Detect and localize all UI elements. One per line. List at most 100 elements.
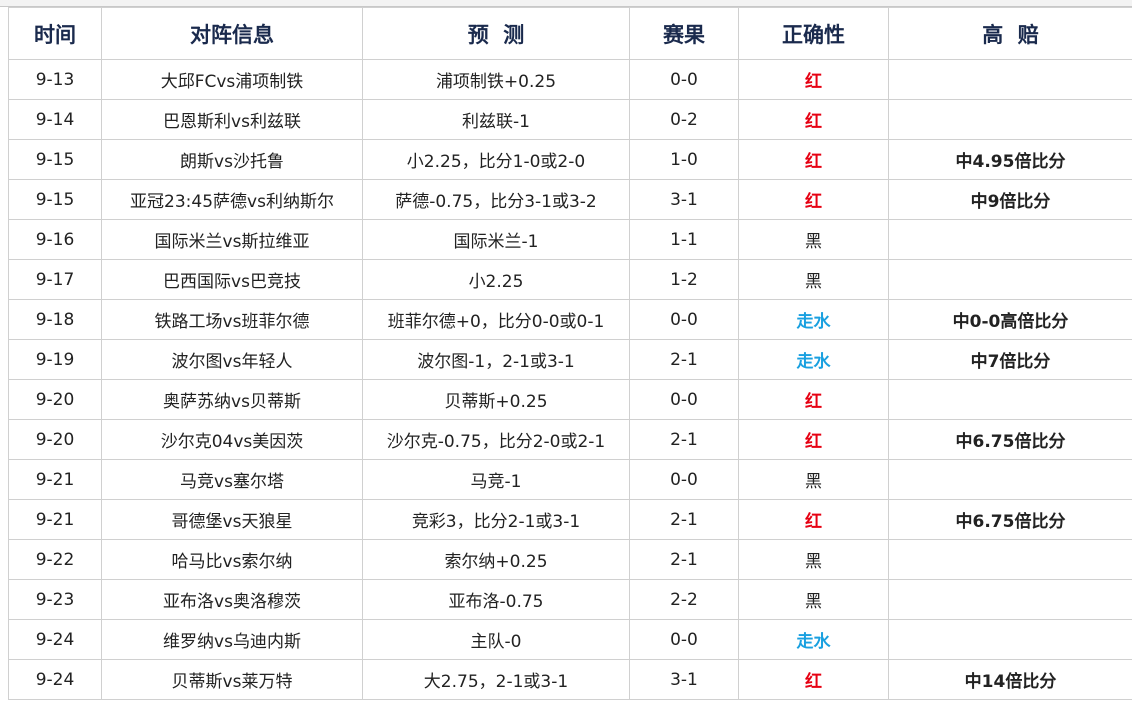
- cell-match[interactable]: 朗斯vs沙托鲁: [101, 139, 363, 180]
- cell-score[interactable]: 2-1: [629, 539, 739, 580]
- cell-time[interactable]: 9-15: [8, 139, 102, 180]
- cell-time[interactable]: 9-13: [8, 59, 102, 100]
- cell-match[interactable]: 贝蒂斯vs莱万特: [101, 659, 363, 700]
- cell-prediction[interactable]: 小2.25: [362, 259, 630, 300]
- cell-high-odds[interactable]: [888, 99, 1132, 140]
- cell-prediction[interactable]: 萨德-0.75，比分3-1或3-2: [362, 179, 630, 220]
- cell-correct[interactable]: 红: [738, 659, 889, 700]
- cell-match[interactable]: 波尔图vs年轻人: [101, 339, 363, 380]
- header-high-odds[interactable]: 高 赔: [888, 7, 1132, 60]
- cell-score[interactable]: 0-0: [629, 619, 739, 660]
- cell-prediction[interactable]: 大2.75，2-1或3-1: [362, 659, 630, 700]
- cell-time[interactable]: 9-21: [8, 459, 102, 500]
- cell-time[interactable]: 9-24: [8, 659, 102, 700]
- cell-high-odds[interactable]: 中7倍比分: [888, 339, 1132, 380]
- cell-score[interactable]: 0-0: [629, 379, 739, 420]
- cell-score[interactable]: 0-0: [629, 299, 739, 340]
- cell-time[interactable]: 9-17: [8, 259, 102, 300]
- cell-correct[interactable]: 红: [738, 59, 889, 100]
- cell-time[interactable]: 9-14: [8, 99, 102, 140]
- header-time[interactable]: 时间: [8, 7, 102, 60]
- cell-score[interactable]: 0-2: [629, 99, 739, 140]
- cell-correct[interactable]: 走水: [738, 619, 889, 660]
- cell-time[interactable]: 9-19: [8, 339, 102, 380]
- cell-score[interactable]: 1-0: [629, 139, 739, 180]
- cell-time[interactable]: 9-20: [8, 419, 102, 460]
- cell-prediction[interactable]: 利兹联-1: [362, 99, 630, 140]
- cell-correct[interactable]: 红: [738, 139, 889, 180]
- cell-correct[interactable]: 红: [738, 179, 889, 220]
- cell-score[interactable]: 2-1: [629, 339, 739, 380]
- cell-time[interactable]: 9-16: [8, 219, 102, 260]
- cell-match[interactable]: 铁路工场vs班菲尔德: [101, 299, 363, 340]
- cell-match[interactable]: 沙尔克04vs美因茨: [101, 419, 363, 460]
- cell-high-odds[interactable]: 中14倍比分: [888, 659, 1132, 700]
- cell-score[interactable]: 3-1: [629, 179, 739, 220]
- cell-prediction[interactable]: 索尔纳+0.25: [362, 539, 630, 580]
- header-correct[interactable]: 正确性: [738, 7, 889, 60]
- cell-match[interactable]: 巴恩斯利vs利兹联: [101, 99, 363, 140]
- cell-prediction[interactable]: 主队-0: [362, 619, 630, 660]
- cell-score[interactable]: 1-1: [629, 219, 739, 260]
- cell-time[interactable]: 9-24: [8, 619, 102, 660]
- cell-high-odds[interactable]: [888, 539, 1132, 580]
- cell-prediction[interactable]: 波尔图-1，2-1或3-1: [362, 339, 630, 380]
- cell-time[interactable]: 9-18: [8, 299, 102, 340]
- header-match[interactable]: 对阵信息: [101, 7, 363, 60]
- cell-match[interactable]: 奥萨苏纳vs贝蒂斯: [101, 379, 363, 420]
- cell-match[interactable]: 亚冠23:45萨德vs利纳斯尔: [101, 179, 363, 220]
- cell-correct[interactable]: 红: [738, 419, 889, 460]
- cell-prediction[interactable]: 马竞-1: [362, 459, 630, 500]
- cell-match[interactable]: 马竞vs塞尔塔: [101, 459, 363, 500]
- cell-correct[interactable]: 黑: [738, 219, 889, 260]
- cell-prediction[interactable]: 竞彩3，比分2-1或3-1: [362, 499, 630, 540]
- cell-high-odds[interactable]: 中6.75倍比分: [888, 499, 1132, 540]
- cell-high-odds[interactable]: 中9倍比分: [888, 179, 1132, 220]
- cell-high-odds[interactable]: [888, 619, 1132, 660]
- cell-correct[interactable]: 走水: [738, 299, 889, 340]
- cell-time[interactable]: 9-15: [8, 179, 102, 220]
- cell-time[interactable]: 9-23: [8, 579, 102, 620]
- cell-match[interactable]: 大邱FCvs浦项制铁: [101, 59, 363, 100]
- cell-correct[interactable]: 黑: [738, 459, 889, 500]
- header-prediction[interactable]: 预 测: [362, 7, 630, 60]
- cell-prediction[interactable]: 小2.25，比分1-0或2-0: [362, 139, 630, 180]
- cell-score[interactable]: 0-0: [629, 59, 739, 100]
- cell-prediction[interactable]: 国际米兰-1: [362, 219, 630, 260]
- cell-prediction[interactable]: 班菲尔德+0，比分0-0或0-1: [362, 299, 630, 340]
- cell-match[interactable]: 哥德堡vs天狼星: [101, 499, 363, 540]
- cell-correct[interactable]: 黑: [738, 579, 889, 620]
- cell-high-odds[interactable]: [888, 379, 1132, 420]
- cell-prediction[interactable]: 浦项制铁+0.25: [362, 59, 630, 100]
- cell-match[interactable]: 哈马比vs索尔纳: [101, 539, 363, 580]
- cell-time[interactable]: 9-20: [8, 379, 102, 420]
- cell-score[interactable]: 2-1: [629, 499, 739, 540]
- cell-time[interactable]: 9-22: [8, 539, 102, 580]
- cell-high-odds[interactable]: [888, 219, 1132, 260]
- cell-match[interactable]: 维罗纳vs乌迪内斯: [101, 619, 363, 660]
- cell-prediction[interactable]: 贝蒂斯+0.25: [362, 379, 630, 420]
- cell-correct[interactable]: 黑: [738, 259, 889, 300]
- cell-score[interactable]: 1-2: [629, 259, 739, 300]
- cell-score[interactable]: 0-0: [629, 459, 739, 500]
- cell-high-odds[interactable]: [888, 59, 1132, 100]
- cell-match[interactable]: 亚布洛vs奥洛穆茨: [101, 579, 363, 620]
- cell-correct[interactable]: 红: [738, 499, 889, 540]
- cell-score[interactable]: 2-2: [629, 579, 739, 620]
- cell-correct[interactable]: 红: [738, 99, 889, 140]
- cell-prediction[interactable]: 亚布洛-0.75: [362, 579, 630, 620]
- cell-correct[interactable]: 黑: [738, 539, 889, 580]
- cell-high-odds[interactable]: 中0-0高倍比分: [888, 299, 1132, 340]
- cell-score[interactable]: 3-1: [629, 659, 739, 700]
- cell-match[interactable]: 巴西国际vs巴竞技: [101, 259, 363, 300]
- cell-high-odds[interactable]: 中4.95倍比分: [888, 139, 1132, 180]
- cell-time[interactable]: 9-21: [8, 499, 102, 540]
- cell-high-odds[interactable]: 中6.75倍比分: [888, 419, 1132, 460]
- cell-high-odds[interactable]: [888, 459, 1132, 500]
- cell-score[interactable]: 2-1: [629, 419, 739, 460]
- cell-correct[interactable]: 走水: [738, 339, 889, 380]
- cell-high-odds[interactable]: [888, 579, 1132, 620]
- cell-high-odds[interactable]: [888, 259, 1132, 300]
- header-score[interactable]: 赛果: [629, 7, 739, 60]
- cell-correct[interactable]: 红: [738, 379, 889, 420]
